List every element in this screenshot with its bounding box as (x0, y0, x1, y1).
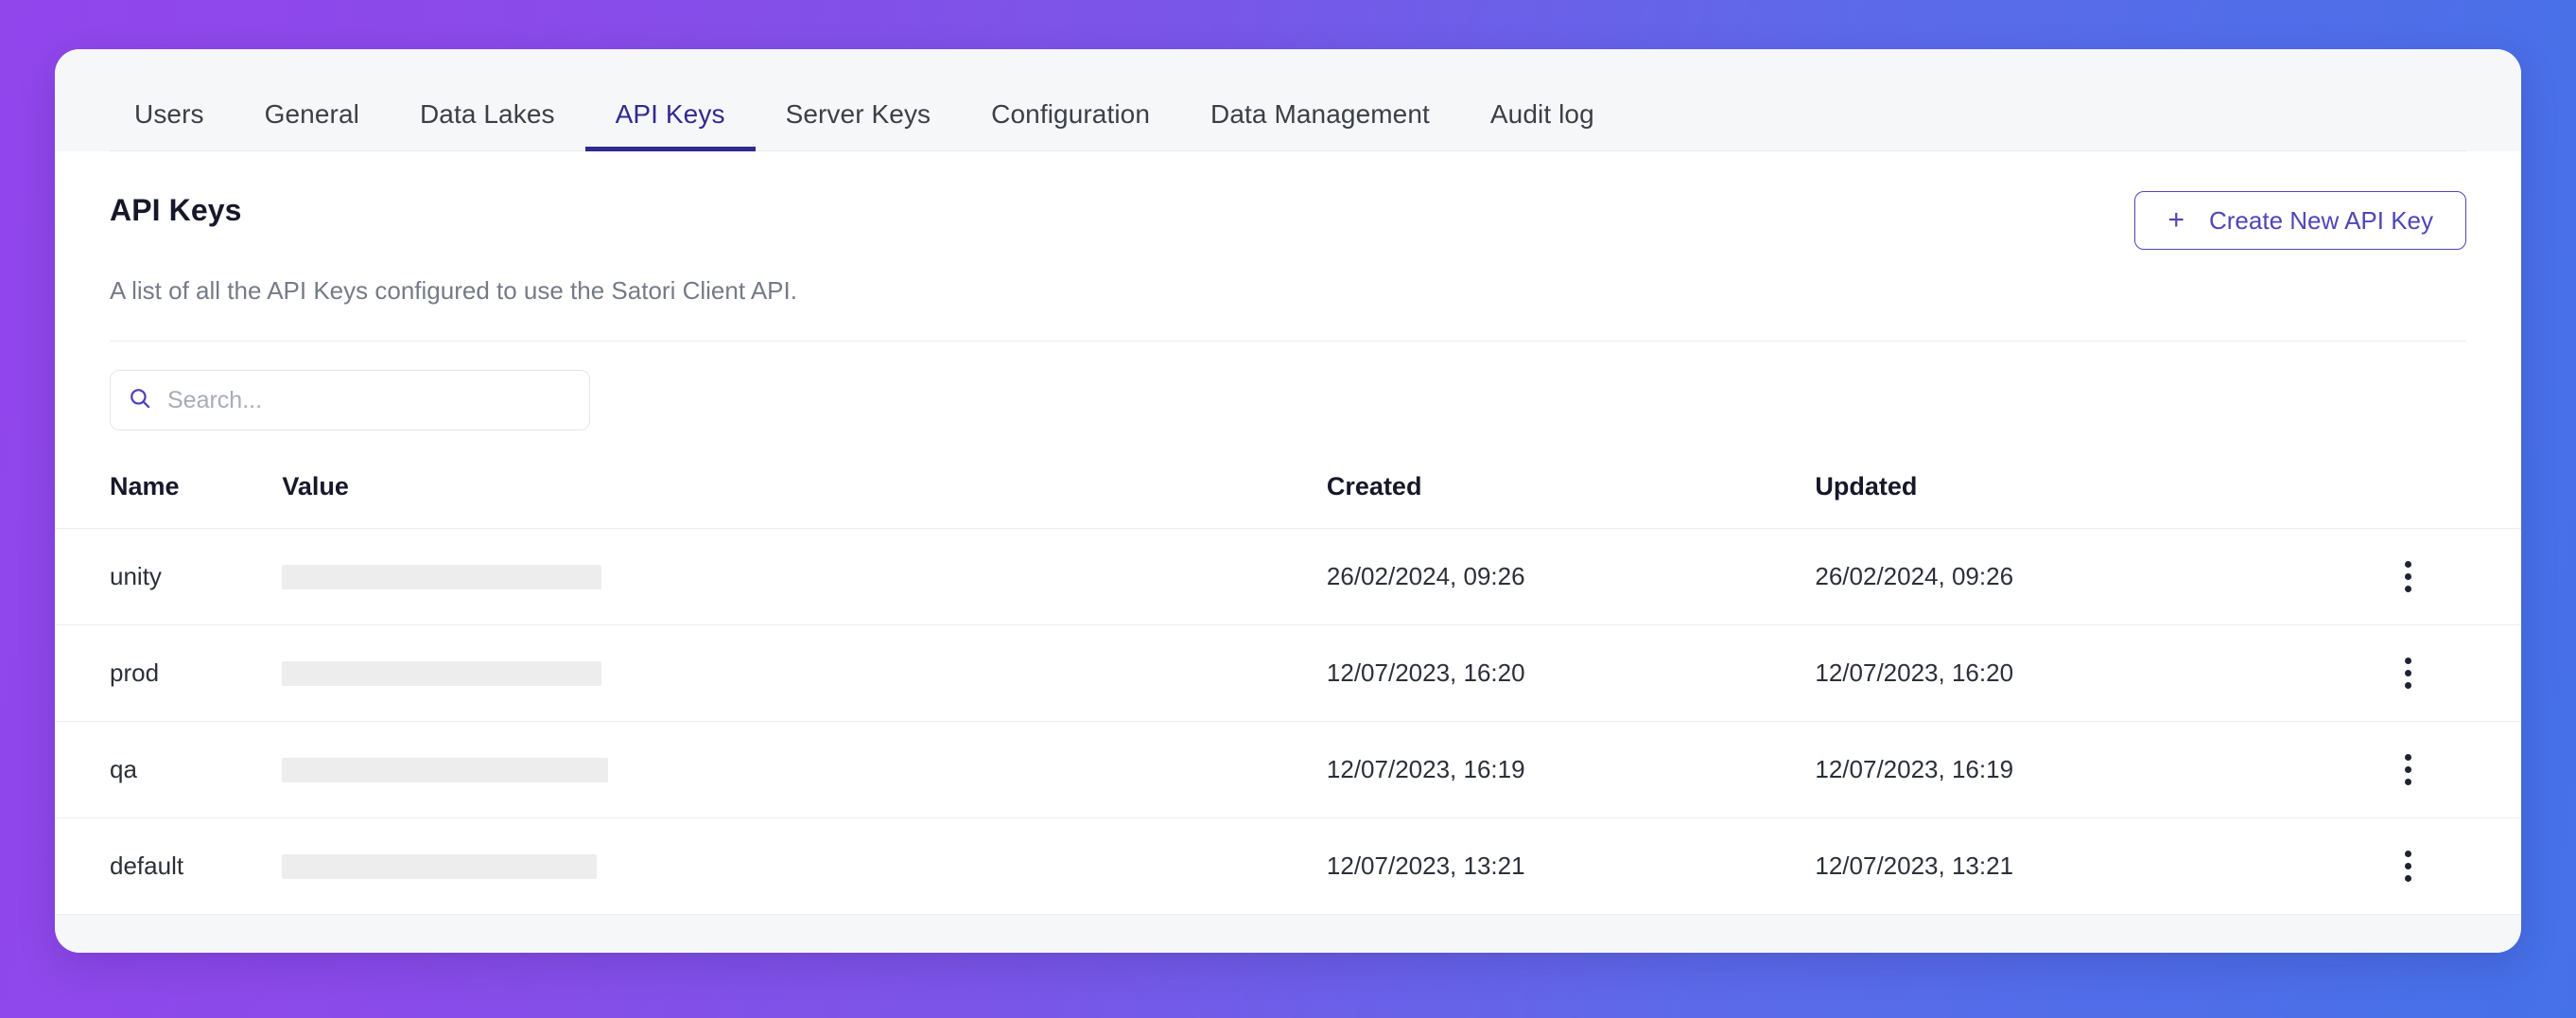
column-header-value: Value (282, 463, 1327, 529)
kebab-dot (2404, 573, 2411, 580)
cell-actions (2357, 528, 2521, 625)
cell-created: 12/07/2023, 16:20 (1326, 624, 1816, 722)
cell-created: 12/07/2023, 16:19 (1326, 721, 1816, 818)
table-row[interactable]: prod 12/07/2023, 16:20 12/07/2023, 16:20 (55, 624, 2521, 722)
table-head: Name Value Created Updated (55, 463, 2521, 529)
tab-data-lakes[interactable]: Data Lakes (390, 98, 585, 151)
tab-users[interactable]: Users (104, 98, 235, 151)
masked-value-bar (282, 564, 602, 589)
kebab-dot (2404, 779, 2411, 785)
settings-tab-bar: Users General Data Lakes API Keys Server… (55, 49, 2521, 151)
kebab-menu-icon[interactable] (2381, 744, 2434, 797)
kebab-dot (2404, 863, 2411, 869)
api-keys-panel: API Keys + Create New API Key A list of … (55, 151, 2521, 915)
cell-updated: 12/07/2023, 16:20 (1815, 624, 2358, 722)
kebab-menu-icon[interactable] (2381, 647, 2434, 700)
cell-name: unity (55, 528, 283, 625)
cell-name: qa (55, 721, 283, 818)
cell-value (282, 721, 1327, 818)
column-header-actions (2357, 463, 2521, 529)
tab-general[interactable]: General (235, 98, 390, 151)
masked-value-bar (282, 853, 598, 879)
cell-name: prod (55, 624, 283, 722)
page-description: A list of all the API Keys configured to… (110, 276, 797, 305)
cell-value (282, 817, 1327, 915)
masked-value-bar (282, 757, 609, 782)
kebab-dot (2404, 586, 2411, 592)
table-row[interactable]: default 12/07/2023, 13:21 12/07/2023, 13… (55, 817, 2521, 915)
create-new-api-key-label: Create New API Key (2209, 206, 2433, 235)
cell-updated: 26/02/2024, 09:26 (1815, 528, 2358, 625)
api-keys-table: Name Value Created Updated unity 26/02/2… (55, 463, 2521, 915)
page-title: API Keys (110, 193, 242, 227)
tab-api-keys[interactable]: API Keys (584, 98, 756, 151)
search-box[interactable] (110, 370, 590, 430)
search-area (55, 342, 2521, 463)
column-header-name: Name (55, 463, 283, 529)
table-row[interactable]: unity 26/02/2024, 09:26 26/02/2024, 09:2… (55, 528, 2521, 625)
cell-value (282, 528, 1327, 625)
kebab-dot (2404, 658, 2411, 664)
table-header-row: Name Value Created Updated (55, 463, 2521, 529)
cell-created: 12/07/2023, 13:21 (1326, 817, 1816, 915)
cell-name: default (55, 817, 283, 915)
kebab-dot (2404, 682, 2411, 689)
search-icon (128, 386, 152, 415)
kebab-dot (2404, 561, 2411, 568)
search-input[interactable] (167, 386, 572, 414)
kebab-dot (2404, 754, 2411, 761)
tab-audit-log[interactable]: Audit log (1460, 98, 1625, 151)
tab-configuration[interactable]: Configuration (961, 98, 1180, 151)
table-body: unity 26/02/2024, 09:26 26/02/2024, 09:2… (55, 528, 2521, 915)
cell-actions (2357, 721, 2521, 818)
kebab-dot (2404, 875, 2411, 882)
panel-header: API Keys + Create New API Key (55, 151, 2521, 250)
cell-value (282, 624, 1327, 722)
masked-value-bar (282, 660, 602, 686)
plus-icon: + (2167, 204, 2184, 236)
cell-updated: 12/07/2023, 16:19 (1815, 721, 2358, 818)
kebab-dot (2404, 766, 2411, 773)
tab-server-keys[interactable]: Server Keys (756, 98, 962, 151)
cell-actions (2357, 624, 2521, 722)
create-new-api-key-button[interactable]: + Create New API Key (2134, 191, 2466, 250)
cell-created: 26/02/2024, 09:26 (1326, 528, 1816, 625)
settings-card: Users General Data Lakes API Keys Server… (55, 49, 2521, 953)
cell-updated: 12/07/2023, 13:21 (1815, 817, 2358, 915)
cell-actions (2357, 817, 2521, 915)
kebab-menu-icon[interactable] (2381, 840, 2434, 893)
column-header-created: Created (1326, 463, 1816, 529)
kebab-dot (2404, 670, 2411, 676)
kebab-dot (2404, 851, 2411, 857)
column-header-updated: Updated (1815, 463, 2358, 529)
kebab-menu-icon[interactable] (2381, 551, 2434, 604)
tab-data-management[interactable]: Data Management (1180, 98, 1460, 151)
table-row[interactable]: qa 12/07/2023, 16:19 12/07/2023, 16:19 (55, 721, 2521, 818)
